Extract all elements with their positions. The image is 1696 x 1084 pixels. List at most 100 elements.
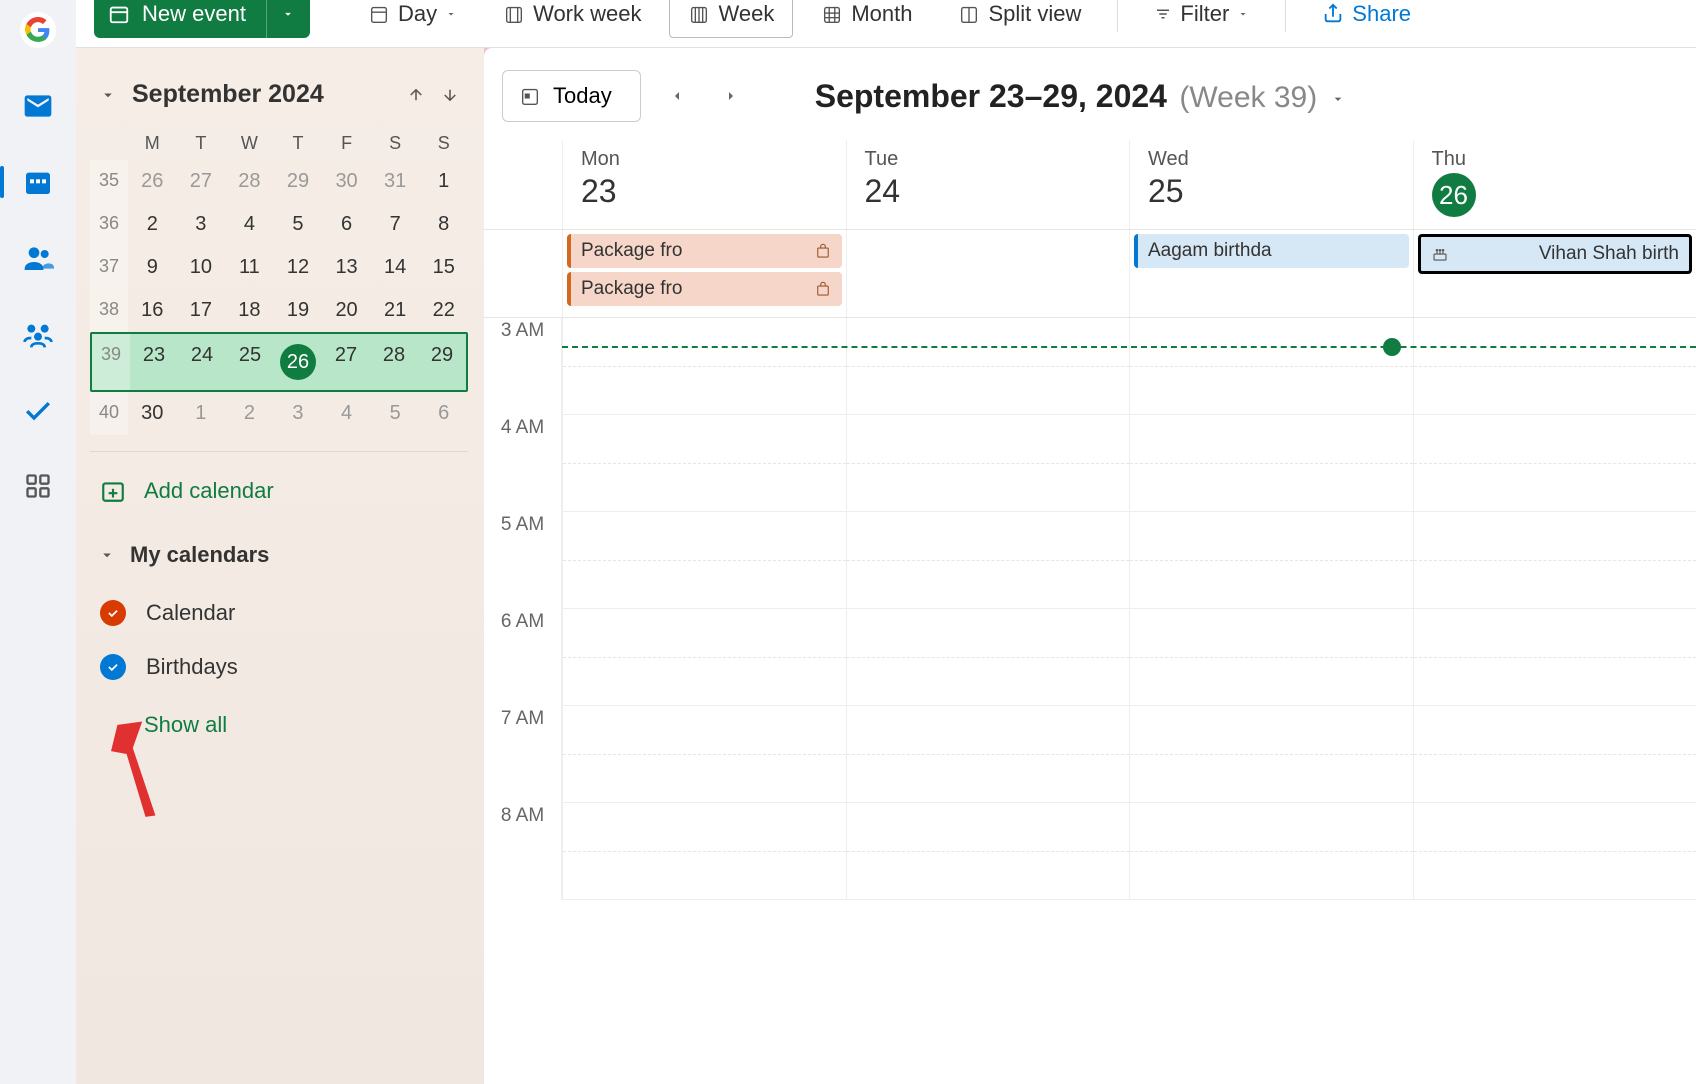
mini-cal-day[interactable]: 23 <box>130 334 178 390</box>
prev-month-icon[interactable] <box>406 85 426 105</box>
calendar-icon[interactable] <box>14 158 62 206</box>
allday-cell[interactable] <box>846 230 1130 317</box>
time-cell[interactable] <box>846 512 1130 609</box>
mini-cal-day[interactable]: 29 <box>274 160 323 203</box>
mini-cal-day[interactable]: 5 <box>274 203 323 246</box>
time-cell[interactable] <box>1413 706 1696 803</box>
mini-cal-day[interactable]: 24 <box>178 334 226 390</box>
new-event-button[interactable]: New event <box>94 1 266 27</box>
calendar-checkbox[interactable] <box>100 654 126 680</box>
people-icon[interactable] <box>14 234 62 282</box>
time-cell[interactable] <box>1129 318 1413 415</box>
allday-cell[interactable]: Aagam birthda <box>1129 230 1413 317</box>
mini-cal-day[interactable]: 7 <box>371 203 420 246</box>
calendar-checkbox[interactable] <box>100 600 126 626</box>
calendar-list-item[interactable]: Calendar <box>90 586 468 640</box>
mini-cal-week-num[interactable]: 40 <box>90 392 128 435</box>
next-week-button[interactable] <box>713 78 749 114</box>
filter-button[interactable]: Filter <box>1136 0 1267 38</box>
mini-cal-day[interactable]: 19 <box>274 289 323 332</box>
view-month-button[interactable]: Month <box>803 0 930 38</box>
time-cell[interactable] <box>562 318 846 415</box>
mini-cal-day[interactable]: 26 <box>128 160 177 203</box>
mini-cal-week-num[interactable]: 36 <box>90 203 128 246</box>
mini-cal-day[interactable]: 16 <box>128 289 177 332</box>
view-split-button[interactable]: Split view <box>940 0 1099 38</box>
mini-cal-day[interactable]: 8 <box>419 203 468 246</box>
mini-cal-day[interactable]: 3 <box>177 203 226 246</box>
mini-cal-day[interactable]: 4 <box>225 203 274 246</box>
mini-cal-day[interactable]: 25 <box>226 334 274 390</box>
day-column-header[interactable]: Thu 26 <box>1413 140 1696 229</box>
view-day-button[interactable]: Day <box>350 0 475 38</box>
mini-cal-day[interactable]: 22 <box>419 289 468 332</box>
time-cell[interactable] <box>1129 803 1413 900</box>
mini-cal-day[interactable]: 1 <box>419 160 468 203</box>
month-collapse-icon[interactable] <box>98 85 118 105</box>
mini-cal-day[interactable]: 18 <box>225 289 274 332</box>
view-week-button[interactable]: Week <box>669 0 793 38</box>
my-calendars-toggle[interactable]: My calendars <box>90 524 468 586</box>
allday-event[interactable]: Package fro <box>567 234 842 268</box>
time-grid[interactable]: 3 AM 4 AM 5 AM 6 AM 7 AM 8 AM <box>484 318 1696 1084</box>
allday-event[interactable]: Package fro <box>567 272 842 306</box>
time-cell[interactable] <box>1413 318 1696 415</box>
mini-cal-day[interactable]: 20 <box>322 289 371 332</box>
time-cell[interactable] <box>1413 803 1696 900</box>
time-cell[interactable] <box>562 609 846 706</box>
day-column-header[interactable]: Mon 23 <box>562 140 846 229</box>
today-button[interactable]: Today <box>502 70 641 122</box>
next-month-icon[interactable] <box>440 85 460 105</box>
share-button[interactable]: Share <box>1304 0 1429 38</box>
week-range-title[interactable]: September 23–29, 2024 (Week 39) <box>815 78 1346 115</box>
time-cell[interactable] <box>846 318 1130 415</box>
mini-cal-day[interactable]: 21 <box>371 289 420 332</box>
mini-cal-day[interactable]: 31 <box>371 160 420 203</box>
time-cell[interactable] <box>1129 609 1413 706</box>
time-cell[interactable] <box>846 415 1130 512</box>
groups-icon[interactable] <box>14 310 62 358</box>
todo-icon[interactable] <box>14 386 62 434</box>
mini-cal-day[interactable]: 28 <box>225 160 274 203</box>
add-calendar-button[interactable]: Add calendar <box>90 451 468 524</box>
day-column-header[interactable]: Wed 25 <box>1129 140 1413 229</box>
show-all-link[interactable]: Show all <box>90 694 468 748</box>
mini-cal-day[interactable]: 29 <box>418 334 466 390</box>
new-event-dropdown[interactable] <box>266 0 310 38</box>
mini-cal-day[interactable]: 6 <box>419 392 468 435</box>
mini-cal-day[interactable]: 11 <box>225 246 274 289</box>
mini-cal-day[interactable]: 3 <box>274 392 323 435</box>
mini-cal-day[interactable]: 5 <box>371 392 420 435</box>
mini-cal-day[interactable]: 2 <box>225 392 274 435</box>
mini-cal-day[interactable]: 30 <box>128 392 177 435</box>
mini-cal-day[interactable]: 9 <box>128 246 177 289</box>
time-cell[interactable] <box>1129 512 1413 609</box>
apps-icon[interactable] <box>14 462 62 510</box>
allday-cell[interactable]: Package fro Package fro <box>562 230 846 317</box>
mini-cal-day[interactable]: 4 <box>322 392 371 435</box>
mini-cal-day[interactable]: 27 <box>177 160 226 203</box>
mini-cal-day[interactable]: 2 <box>128 203 177 246</box>
time-cell[interactable] <box>846 609 1130 706</box>
mini-cal-title[interactable]: September 2024 <box>132 80 392 109</box>
mini-cal-week-num[interactable]: 35 <box>90 160 128 203</box>
mini-cal-day[interactable]: 1 <box>177 392 226 435</box>
mini-cal-day[interactable]: 13 <box>322 246 371 289</box>
time-cell[interactable] <box>562 512 846 609</box>
mini-cal-day[interactable]: 14 <box>371 246 420 289</box>
mini-cal-week-num[interactable]: 38 <box>90 289 128 332</box>
google-launcher-icon[interactable] <box>14 6 62 54</box>
time-cell[interactable] <box>1129 415 1413 512</box>
time-cell[interactable] <box>1413 609 1696 706</box>
mini-cal-day[interactable]: 26 <box>274 334 322 390</box>
mini-cal-day[interactable]: 15 <box>419 246 468 289</box>
mail-icon[interactable] <box>14 82 62 130</box>
time-cell[interactable] <box>846 803 1130 900</box>
mini-cal-week-num[interactable]: 39 <box>92 334 130 390</box>
allday-event[interactable]: Aagam birthda <box>1134 234 1409 268</box>
mini-cal-day[interactable]: 10 <box>177 246 226 289</box>
mini-cal-day[interactable]: 6 <box>322 203 371 246</box>
mini-cal-day[interactable]: 17 <box>177 289 226 332</box>
calendar-list-item[interactable]: Birthdays <box>90 640 468 694</box>
time-cell[interactable] <box>846 706 1130 803</box>
